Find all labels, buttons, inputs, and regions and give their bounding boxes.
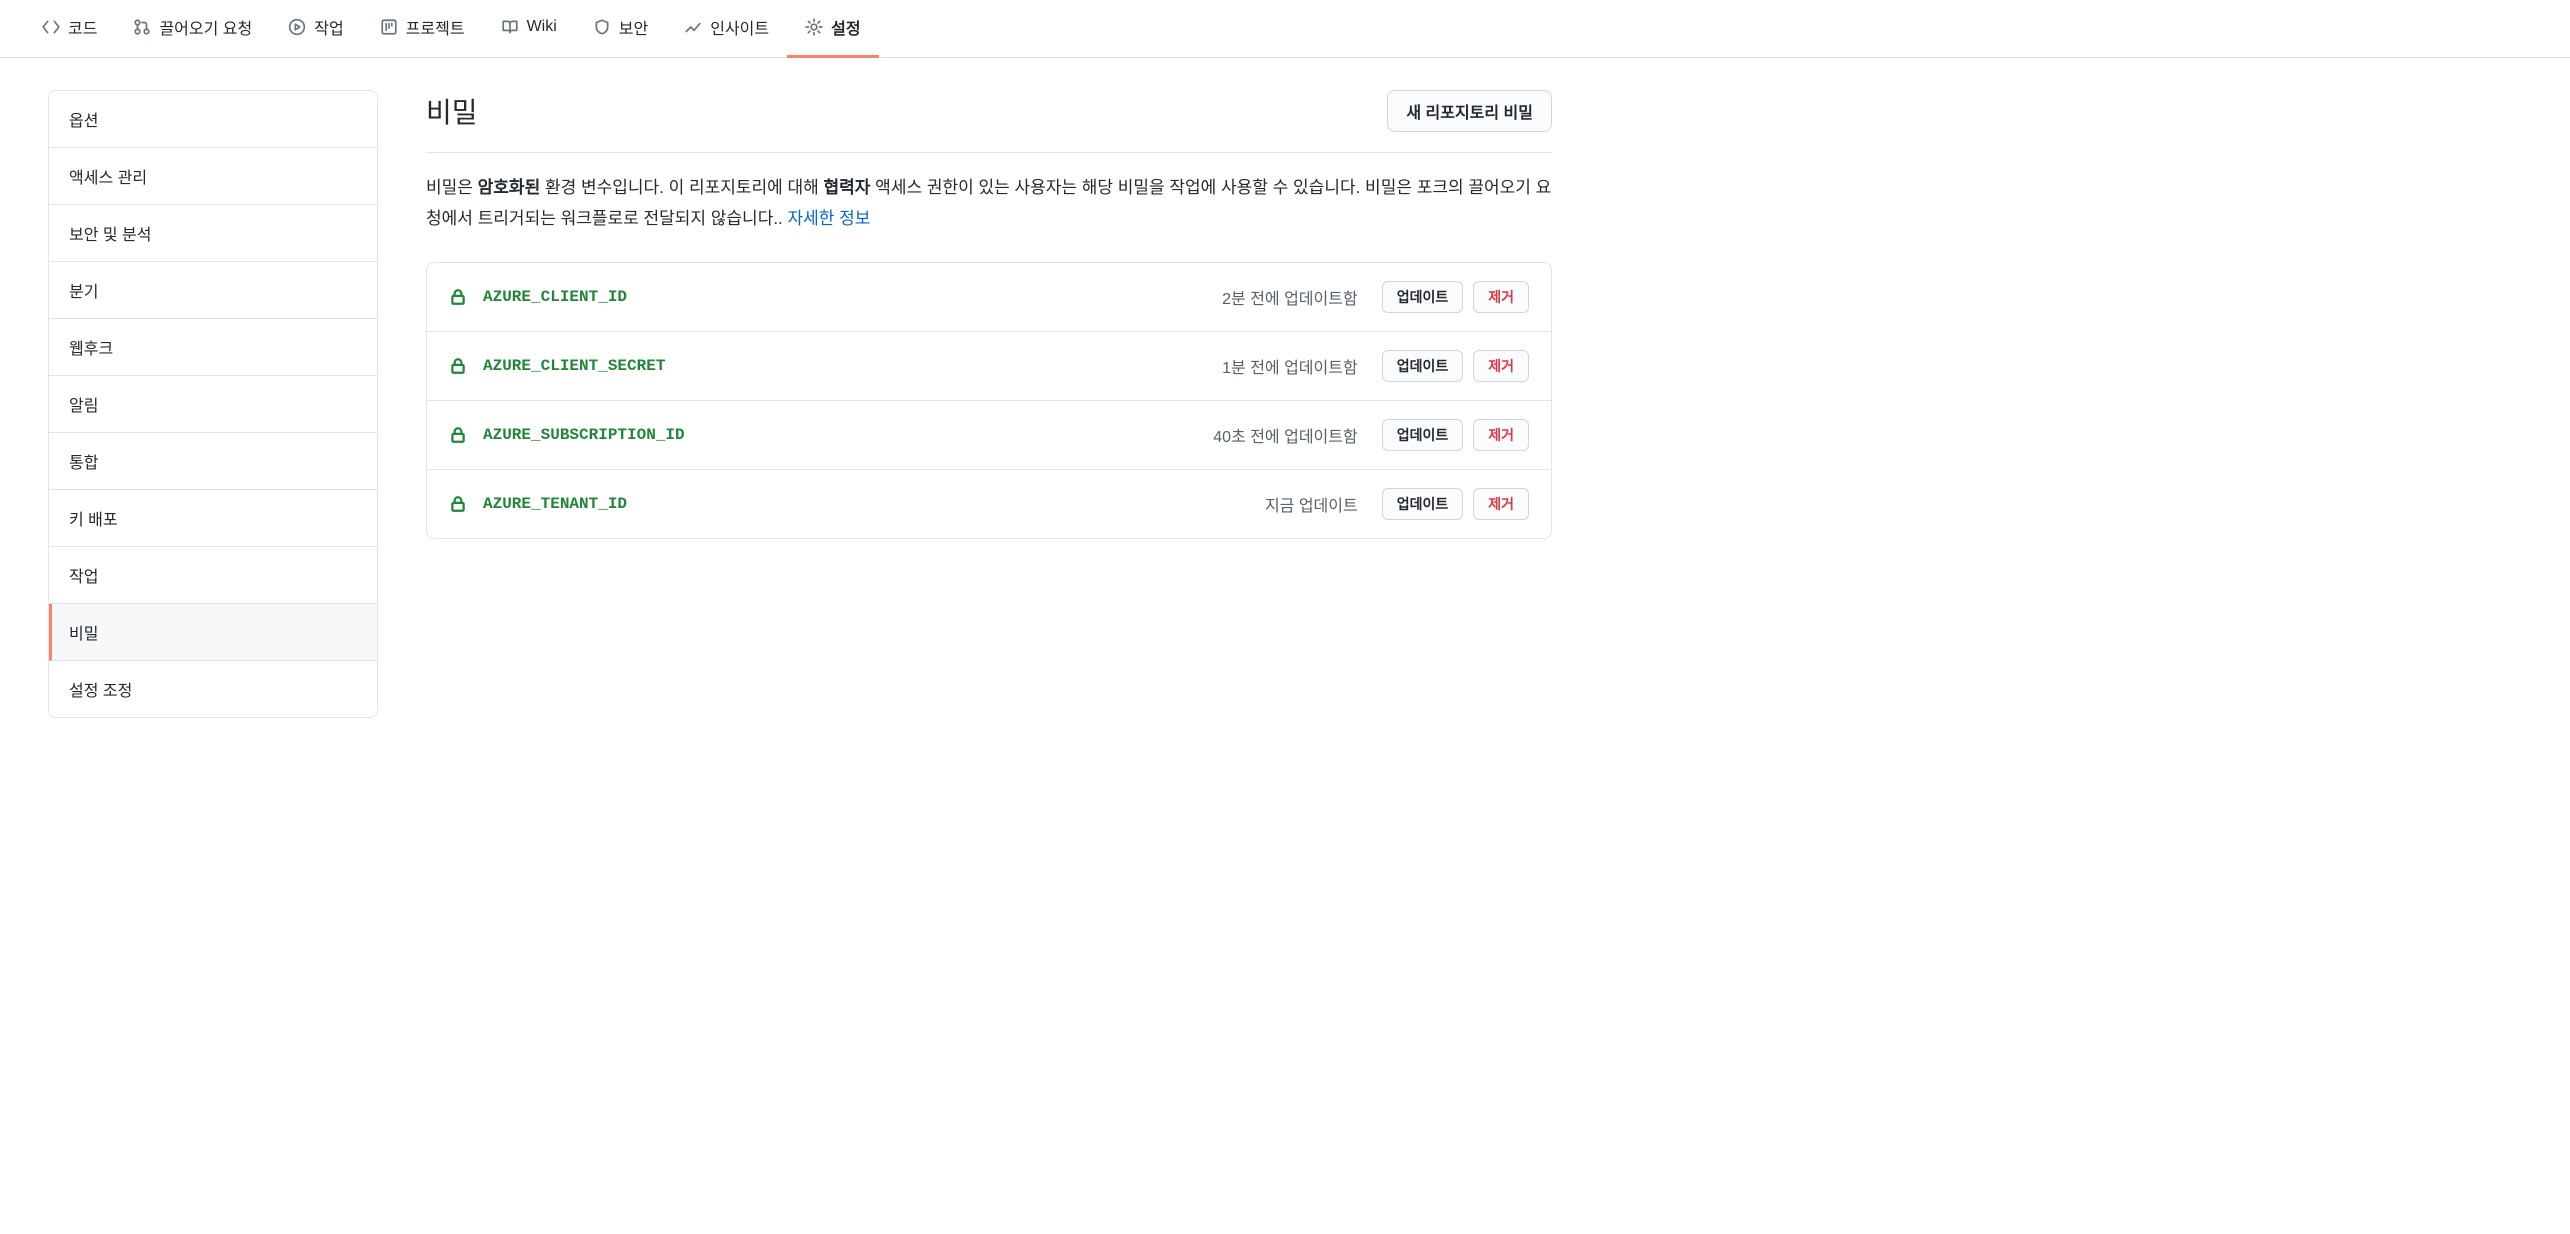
nav-insights[interactable]: 인사이트 [666,0,787,58]
shield-icon [593,18,611,36]
gear-icon [805,18,823,36]
book-icon [501,18,519,36]
secret-updated-time: 40초 전에 업데이트함 [1213,423,1357,447]
nav-label: 프로젝트 [406,15,465,39]
remove-secret-button[interactable]: 제거 [1473,281,1529,313]
update-secret-button[interactable]: 업데이트 [1382,419,1464,451]
nav-label: 코드 [68,15,97,39]
update-secret-button[interactable]: 업데이트 [1382,350,1464,382]
secret-actions: 업데이트 제거 [1382,419,1529,451]
nav-settings[interactable]: 설정 [787,0,878,58]
nav-label: 작업 [314,15,343,39]
sidebar-item-label: 통합 [69,455,98,472]
lock-icon [449,357,467,375]
sidebar-item-webhooks[interactable]: 웹후크 [49,319,377,376]
sidebar-item-integrations[interactable]: 통합 [49,433,377,490]
secret-row: AZURE_CLIENT_SECRET 1분 전에 업데이트함 업데이트 제거 [427,332,1551,401]
page-title: 비밀 [426,91,478,131]
secret-name: AZURE_SUBSCRIPTION_ID [483,426,1197,444]
play-circle-icon [288,18,306,36]
nav-label: 인사이트 [710,15,769,39]
secret-name: AZURE_CLIENT_SECRET [483,357,1206,375]
secret-updated-time: 1분 전에 업데이트함 [1222,354,1358,378]
nav-pull-requests[interactable]: 끌어오기 요청 [115,0,270,58]
new-secret-button[interactable]: 새 리포지토리 비밀 [1387,90,1552,132]
lock-icon [449,288,467,306]
secrets-description: 비밀은 암호화된 환경 변수입니다. 이 리포지토리에 대해 협력자 액세스 권… [426,173,1552,234]
secret-row: AZURE_SUBSCRIPTION_ID 40초 전에 업데이트함 업데이트 … [427,401,1551,470]
secrets-list: AZURE_CLIENT_ID 2분 전에 업데이트함 업데이트 제거 AZUR… [426,262,1552,539]
main-content: 비밀 새 리포지토리 비밀 비밀은 암호화된 환경 변수입니다. 이 리포지토리… [426,90,1552,718]
secret-row: AZURE_TENANT_ID 지금 업데이트 업데이트 제거 [427,470,1551,538]
sidebar-item-moderation[interactable]: 설정 조정 [49,661,377,717]
sidebar-item-secrets[interactable]: 비밀 [49,604,377,661]
remove-secret-button[interactable]: 제거 [1473,350,1529,382]
nav-label: 보안 [619,15,648,39]
page-header: 비밀 새 리포지토리 비밀 [426,90,1552,153]
nav-code[interactable]: 코드 [24,0,115,58]
sidebar-item-label: 분기 [69,284,98,301]
project-icon [380,18,398,36]
nav-security[interactable]: 보안 [575,0,666,58]
sidebar-item-label: 옵션 [69,113,98,130]
secret-actions: 업데이트 제거 [1382,281,1529,313]
secret-updated-time: 2분 전에 업데이트함 [1222,285,1358,309]
sidebar-item-deploy-keys[interactable]: 키 배포 [49,490,377,547]
sidebar-item-label: 키 배포 [69,512,118,529]
sidebar-item-notifications[interactable]: 알림 [49,376,377,433]
sidebar-item-label: 알림 [69,398,98,415]
sidebar-item-security-analysis[interactable]: 보안 및 분석 [49,205,377,262]
secret-actions: 업데이트 제거 [1382,350,1529,382]
learn-more-link[interactable]: 자세한 정보 [788,209,871,228]
secret-name: AZURE_CLIENT_ID [483,288,1206,306]
sidebar-item-options[interactable]: 옵션 [49,91,377,148]
sidebar-item-label: 비밀 [69,626,98,643]
remove-secret-button[interactable]: 제거 [1473,488,1529,520]
secret-row: AZURE_CLIENT_ID 2분 전에 업데이트함 업데이트 제거 [427,263,1551,332]
content: 옵션 액세스 관리 보안 및 분석 분기 웹후크 알림 통합 키 배포 작업 비… [0,58,1600,750]
sidebar-item-access[interactable]: 액세스 관리 [49,148,377,205]
sidebar-item-actions[interactable]: 작업 [49,547,377,604]
sidebar-item-label: 작업 [69,569,98,586]
sidebar-item-label: 보안 및 분석 [69,227,152,244]
secret-updated-time: 지금 업데이트 [1265,492,1358,516]
update-secret-button[interactable]: 업데이트 [1382,281,1464,313]
sidebar-item-label: 웹후크 [69,341,113,358]
sidebar-item-branches[interactable]: 분기 [49,262,377,319]
secret-actions: 업데이트 제거 [1382,488,1529,520]
graph-icon [684,18,702,36]
secret-name: AZURE_TENANT_ID [483,495,1249,513]
sidebar-item-label: 설정 조정 [69,683,132,700]
nav-wiki[interactable]: Wiki [483,0,575,58]
sidebar-item-label: 액세스 관리 [69,170,147,187]
git-pull-icon [133,18,151,36]
lock-icon [449,426,467,444]
remove-secret-button[interactable]: 제거 [1473,419,1529,451]
nav-label: 설정 [831,15,860,39]
settings-sidebar: 옵션 액세스 관리 보안 및 분석 분기 웹후크 알림 통합 키 배포 작업 비… [48,90,378,718]
nav-projects[interactable]: 프로젝트 [362,0,483,58]
top-nav: 코드 끌어오기 요청 작업 프로젝트 Wiki 보안 인사이트 설정 [0,0,2570,58]
update-secret-button[interactable]: 업데이트 [1382,488,1464,520]
nav-label: Wiki [527,18,557,36]
nav-label: 끌어오기 요청 [159,15,252,39]
lock-icon [449,495,467,513]
nav-actions[interactable]: 작업 [270,0,361,58]
code-icon [42,18,60,36]
